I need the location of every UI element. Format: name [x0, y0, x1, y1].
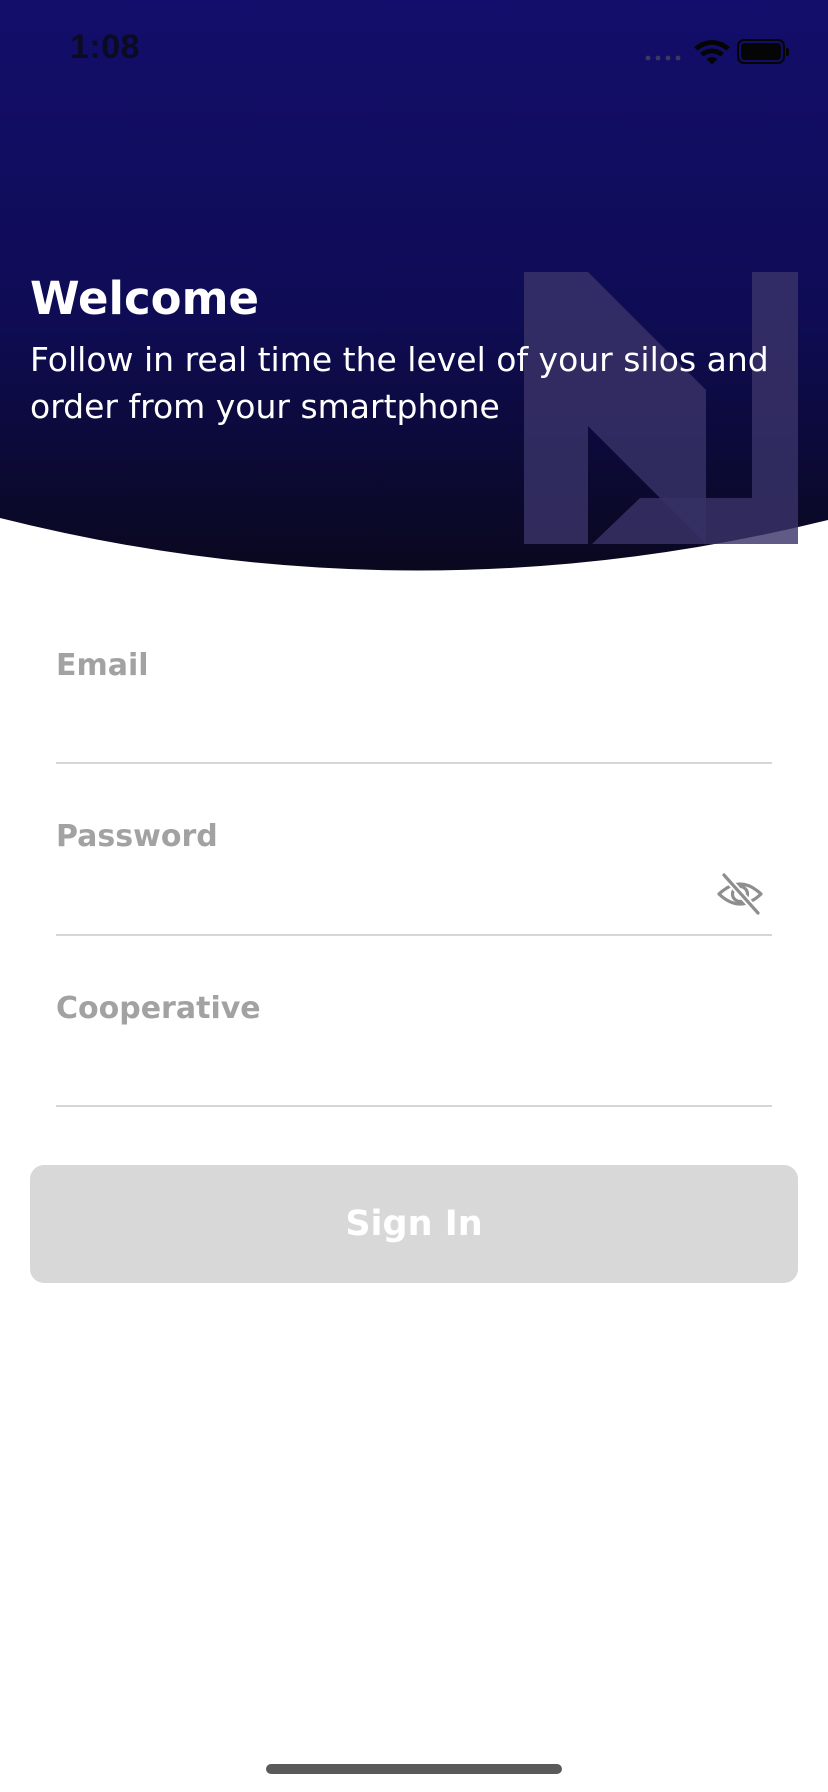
sign-in-button[interactable]: Sign In [30, 1165, 798, 1283]
password-label: Password [56, 819, 218, 854]
email-input[interactable] [56, 702, 696, 752]
cooperative-label: Cooperative [56, 991, 261, 1026]
welcome-title: Welcome [30, 272, 259, 325]
status-icons [645, 39, 789, 65]
cooperative-field-group: Cooperative [56, 991, 772, 1107]
welcome-subtitle: Follow in real time the level of your si… [30, 340, 769, 426]
email-field-group: Email [56, 648, 772, 764]
welcome-header: 1:08 Welcome Follow in real time the lev… [0, 0, 828, 580]
cooperative-input[interactable] [56, 1045, 696, 1095]
status-bar: 1:08 [0, 0, 828, 100]
battery-icon [737, 39, 789, 64]
login-screen: 1:08 Welcome Follow in real time the lev… [0, 0, 828, 1792]
email-label: Email [56, 648, 149, 683]
cooperative-underline [56, 1105, 772, 1107]
signal-icon [645, 55, 681, 61]
home-indicator[interactable] [266, 1764, 562, 1774]
password-underline [56, 934, 772, 936]
wifi-icon [694, 40, 730, 65]
eye-off-icon[interactable] [716, 871, 764, 917]
password-input[interactable] [56, 873, 696, 923]
password-field-group: Password [56, 819, 772, 937]
email-underline [56, 762, 772, 764]
status-time: 1:08 [70, 28, 141, 66]
